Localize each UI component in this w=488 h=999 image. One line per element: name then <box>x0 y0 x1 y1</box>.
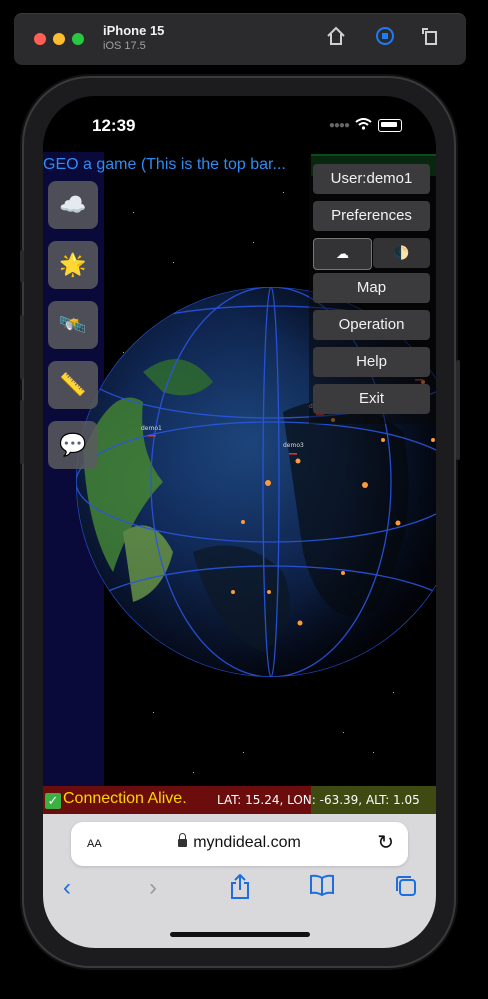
map-button[interactable]: Map <box>313 273 430 303</box>
battery-icon <box>378 119 402 132</box>
night-toggle-button[interactable]: 🌓 <box>373 238 430 268</box>
bookmarks-icon[interactable] <box>309 874 335 903</box>
rotate-icon[interactable] <box>416 25 444 53</box>
home-indicator <box>170 932 310 937</box>
status-indicators: ●●●● <box>329 118 402 133</box>
address-bar[interactable]: AA myndideal.com ↻ <box>71 822 408 866</box>
chat-tool-button[interactable]: 💬 <box>48 421 98 469</box>
coordinates-readout: LAT: 15.24, LON: -63.39, ALT: 1.05 <box>217 793 420 807</box>
user-button[interactable]: User:demo1 <box>313 164 430 194</box>
volume-up-button <box>20 315 24 379</box>
satellite-icon: 🛰️ <box>59 312 87 337</box>
safari-toolbar: AA myndideal.com ↻ ‹ › <box>43 814 436 948</box>
share-icon[interactable] <box>229 873 251 907</box>
measure-tool-button[interactable]: 📏 <box>48 361 98 409</box>
weather-tool-button[interactable]: ☁️ <box>48 181 98 229</box>
star-icon: 🌟 <box>59 252 87 277</box>
url-text: myndideal.com <box>193 834 301 851</box>
minimize-window-button[interactable] <box>53 33 65 45</box>
volume-down-button <box>20 400 24 464</box>
os-version: iOS 17.5 <box>103 40 146 52</box>
close-window-button[interactable] <box>34 33 46 45</box>
screenshot-icon[interactable] <box>371 25 399 53</box>
home-icon[interactable] <box>322 25 350 53</box>
cellular-icon: ●●●● <box>328 120 350 131</box>
forward-icon[interactable]: › <box>149 874 157 902</box>
game-viewport[interactable]: demo1 demo2 demo3 test GEO a game (This … <box>43 152 436 814</box>
zoom-window-button[interactable] <box>72 33 84 45</box>
device-name: iPhone 15 <box>103 23 165 38</box>
back-icon[interactable]: ‹ <box>63 874 71 902</box>
star-tool-button[interactable]: 🌟 <box>48 241 98 289</box>
game-bottom-bar: ✓ Connection Alive. LAT: 15.24, LON: -63.… <box>43 786 436 814</box>
speech-bubble-icon: 💬 <box>59 432 87 457</box>
power-button <box>456 360 460 460</box>
connection-text: Connection Alive. <box>63 790 187 807</box>
tabs-icon[interactable] <box>394 874 418 905</box>
action-button <box>20 250 24 282</box>
lock-icon <box>178 833 188 847</box>
weather-toggle-button[interactable]: ☁ <box>313 238 372 270</box>
operation-button[interactable]: Operation <box>313 310 430 340</box>
moon-icon: 🌓 <box>393 245 410 260</box>
ruler-icon: 📏 <box>59 372 87 397</box>
help-button[interactable]: Help <box>313 347 430 377</box>
checkmark-icon: ✓ <box>45 793 61 809</box>
exit-button[interactable]: Exit <box>313 384 430 414</box>
cloud-icon: ☁️ <box>59 192 87 217</box>
game-menu: User:demo1 Preferences ☁ 🌓 Map Operation… <box>309 156 436 424</box>
connection-status: ✓ Connection Alive. <box>45 790 187 809</box>
reload-icon[interactable]: ↻ <box>377 830 394 855</box>
satellite-tool-button[interactable]: 🛰️ <box>48 301 98 349</box>
globe-marker-label: demo1 <box>141 425 162 432</box>
simulator-title-bar: iPhone 15 iOS 17.5 <box>14 13 466 65</box>
globe-marker-label: demo3 <box>283 442 304 449</box>
cloud-icon: ☁ <box>336 246 349 261</box>
wifi-icon <box>355 118 372 133</box>
phone-screen: 12:39 ●●●● demo1 demo3 GEO a game (This … <box>43 96 436 948</box>
preferences-button[interactable]: Preferences <box>313 201 430 231</box>
game-top-bar: GEO a game (This is the top bar... <box>43 156 286 173</box>
url-display[interactable]: myndideal.com <box>71 833 408 852</box>
status-time: 12:39 <box>92 116 136 135</box>
